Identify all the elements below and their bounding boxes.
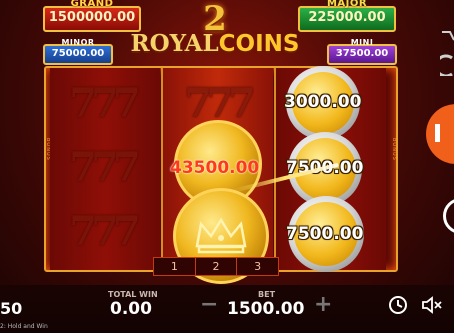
crown-icon: [195, 217, 247, 254]
jackpot-major-value: 225000.00: [308, 10, 386, 25]
line-2: 2: [196, 258, 238, 275]
line-3: 3: [254, 260, 262, 273]
jackpot-mini: MINI 37500.00: [327, 38, 397, 65]
seven-symbol: 777: [69, 80, 141, 127]
spin-button[interactable]: [426, 104, 454, 164]
game-scene: GRAND 1500000.00 MAJOR 225000.00 MINOR 7…: [0, 0, 454, 333]
jackpot-minor-value: 75000.00: [51, 48, 105, 59]
jackpot-major-title: MAJOR: [326, 0, 368, 9]
seven-symbol: 777: [69, 208, 141, 255]
info-button[interactable]: [443, 198, 454, 234]
history-button[interactable]: [388, 295, 408, 319]
jackpot-mini-title: MINI: [350, 38, 374, 47]
logo-coins: COINS: [218, 31, 300, 57]
side-label-right: BONUS: [391, 138, 397, 161]
bottom-bar: 50 TOTAL WIN 0.00 − BET 1500.00 +: [0, 285, 454, 333]
balance-value: 50: [0, 299, 23, 318]
version-text: 2: Hold and Win: [0, 323, 48, 330]
reel-3: 3000.00 7500.00 7500.00: [276, 66, 386, 272]
logo-royal: ROYAL: [130, 30, 219, 57]
total-win-label: TOTAL WIN: [108, 290, 158, 299]
jackpot-minor-title: MINOR: [61, 38, 95, 47]
game-logo: 2 ROYALCOINS: [120, 2, 310, 66]
line-1: 1: [154, 258, 196, 275]
spin-icon: [435, 124, 440, 142]
reel-1: 777 777 777: [50, 68, 160, 270]
bet-value: 1500.00: [227, 299, 305, 319]
coin-value: 3000.00: [284, 92, 362, 112]
jackpot-major: MAJOR 225000.00: [298, 0, 396, 32]
autoplay-icon: [434, 31, 454, 78]
logo-title: ROYALCOINS: [120, 30, 310, 57]
clock-icon: [389, 296, 407, 314]
seven-symbol: 777: [69, 144, 141, 191]
bet-increase-button[interactable]: +: [314, 294, 332, 316]
total-win-value: 0.00: [110, 299, 152, 319]
coin-value: 7500.00: [286, 224, 364, 244]
sound-button[interactable]: [421, 295, 443, 319]
autoplay-button[interactable]: [434, 28, 454, 80]
bet-label: BET: [258, 290, 276, 299]
speaker-muted-icon: [422, 296, 442, 314]
line-indicator: 1 2 3: [153, 257, 279, 276]
bet-decrease-button[interactable]: −: [200, 294, 218, 316]
jackpot-mini-value: 37500.00: [335, 48, 389, 59]
collected-win-value: 43500.00: [170, 158, 260, 178]
jackpot-minor: MINOR 75000.00: [43, 38, 113, 65]
